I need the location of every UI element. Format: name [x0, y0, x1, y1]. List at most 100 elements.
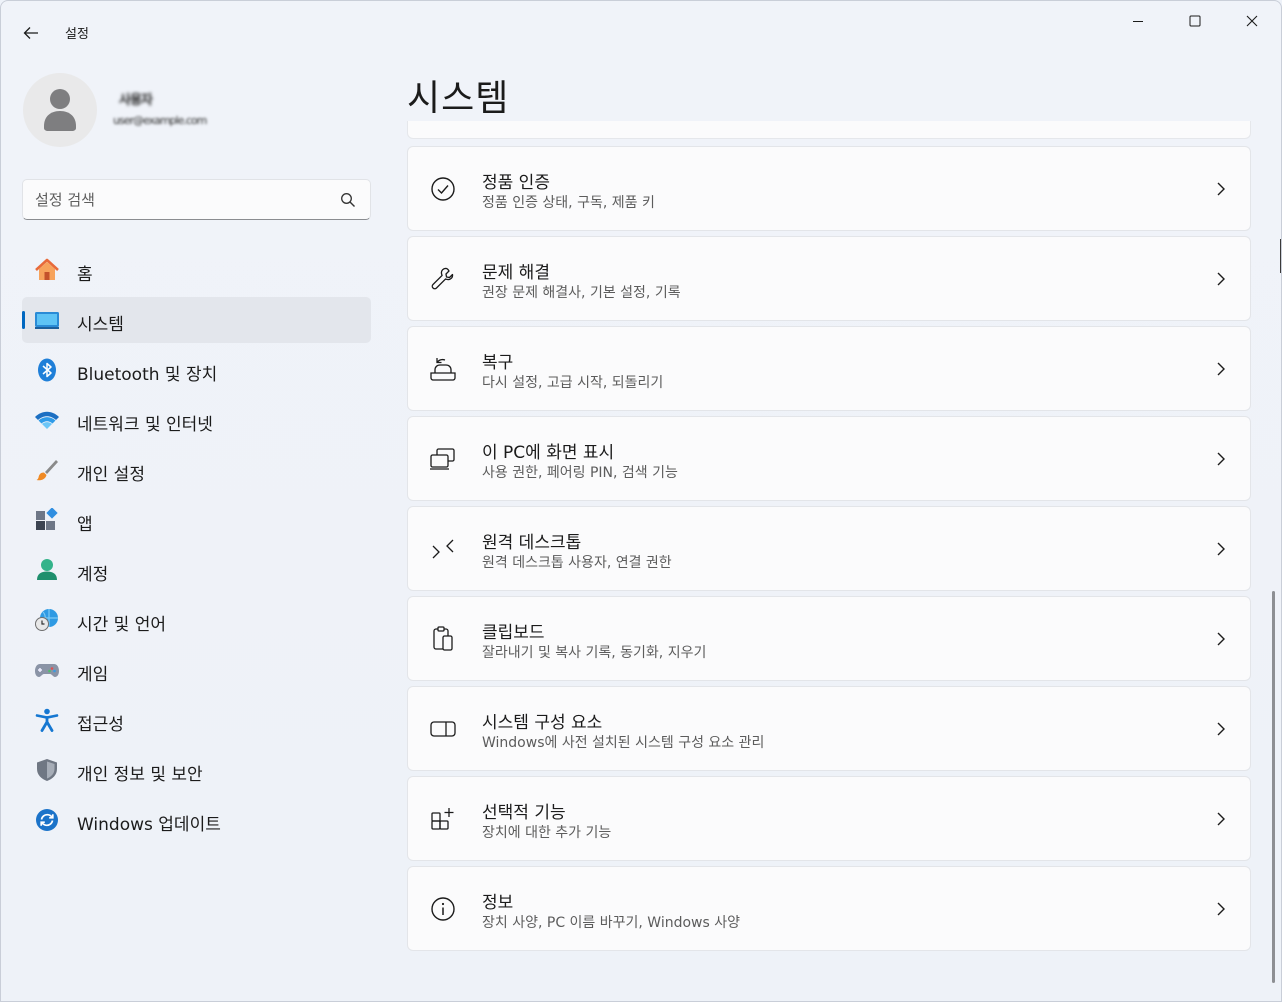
chevron-right-icon [1217, 722, 1225, 736]
settings-card-project-to-pc[interactable]: 이 PC에 화면 표시 사용 권한, 페어링 PIN, 검색 기능 [407, 416, 1251, 501]
search-icon[interactable] [340, 192, 356, 208]
minimize-icon [1133, 21, 1143, 22]
sidebar-item-accessibility[interactable]: 접근성 [22, 697, 371, 743]
settings-card-recovery[interactable]: 복구 다시 설정, 고급 시작, 되돌리기 [407, 326, 1251, 411]
bluetooth-icon [34, 358, 60, 382]
back-arrow-icon [23, 27, 38, 39]
sidebar-item-personalization[interactable]: 개인 설정 [22, 447, 371, 493]
sidebar-item-label: 게임 [77, 665, 109, 685]
partially-hidden-card[interactable] [407, 121, 1251, 139]
chevron-right-icon [1217, 542, 1225, 556]
vertical-scrollbar[interactable] [1272, 591, 1275, 983]
settings-card-optional-features[interactable]: 선택적 기능 장치에 대한 추가 기능 [407, 776, 1251, 861]
card-subtitle: 장치 사양, PC 이름 바꾸기, Windows 사양 [482, 915, 740, 931]
selection-indicator [22, 311, 25, 329]
brush-icon [34, 458, 60, 482]
gamepad-icon [34, 658, 60, 682]
sidebar-item-gaming[interactable]: 게임 [22, 647, 371, 693]
account-icon [34, 558, 60, 582]
wifi-icon [34, 408, 60, 432]
sidebar-item-label: 개인 정보 및 보안 [77, 765, 203, 785]
card-title: 원격 데스크톱 [482, 533, 582, 553]
search-input[interactable] [35, 180, 335, 219]
sidebar-item-windows-update[interactable]: Windows 업데이트 [22, 797, 371, 843]
chevron-right-icon [1217, 452, 1225, 466]
settings-card-system-components[interactable]: 시스템 구성 요소 Windows에 사전 설치된 시스템 구성 요소 관리 [407, 686, 1251, 771]
chevron-right-icon [1217, 812, 1225, 826]
sidebar-item-apps[interactable]: 앱 [22, 497, 371, 543]
settings-card-list: 정품 인증 정품 인증 상태, 구독, 제품 키 문제 해결 권장 문제 해결사… [407, 146, 1251, 956]
recovery-icon [428, 355, 458, 383]
sidebar-item-label: Windows 업데이트 [77, 815, 221, 835]
system-components-icon [428, 715, 458, 743]
card-subtitle: 장치에 대한 추가 기능 [482, 825, 612, 841]
sidebar-item-bluetooth[interactable]: Bluetooth 및 장치 [22, 347, 371, 393]
system-icon [34, 308, 60, 332]
apps-icon [34, 508, 60, 532]
settings-card-clipboard[interactable]: 클립보드 잘라내기 및 복사 기록, 동기화, 지우기 [407, 596, 1251, 681]
card-title: 클립보드 [482, 623, 545, 643]
card-subtitle: 원격 데스크톱 사용자, 연결 권한 [482, 555, 672, 571]
sidebar-item-accounts[interactable]: 계정 [22, 547, 371, 593]
card-subtitle: 정품 인증 상태, 구독, 제품 키 [482, 195, 655, 211]
settings-card-remote-desktop[interactable]: 원격 데스크톱 원격 데스크톱 사용자, 연결 권한 [407, 506, 1251, 591]
card-subtitle: Windows에 사전 설치된 시스템 구성 요소 관리 [482, 735, 765, 751]
card-title: 정보 [482, 893, 514, 913]
card-title: 복구 [482, 353, 514, 373]
sidebar-item-label: 접근성 [77, 715, 124, 735]
sidebar-item-label: 홈 [77, 265, 93, 285]
chevron-right-icon [1217, 182, 1225, 196]
sidebar-item-label: 계정 [77, 565, 109, 585]
card-title: 시스템 구성 요소 [482, 713, 603, 733]
sidebar-item-label: 앱 [77, 515, 93, 535]
sidebar-item-time-language[interactable]: 시간 및 언어 [22, 597, 371, 643]
sidebar-item-label: Bluetooth 및 장치 [77, 365, 218, 385]
sidebar-item-label: 시간 및 언어 [77, 615, 167, 635]
sidebar-item-privacy-security[interactable]: 개인 정보 및 보안 [22, 747, 371, 793]
card-subtitle: 사용 권한, 페어링 PIN, 검색 기능 [482, 465, 678, 481]
project-to-pc-icon [428, 445, 458, 473]
search-box[interactable] [22, 179, 371, 220]
settings-window: 설정 사용자 user@example.com 설정 검색 홈 시스템 Blue… [0, 0, 1282, 1002]
title-bar: 설정 [1, 1, 1281, 45]
card-title: 선택적 기능 [482, 803, 566, 823]
settings-card-about[interactable]: 정보 장치 사양, PC 이름 바꾸기, Windows 사양 [407, 866, 1251, 951]
clipboard-icon [428, 625, 458, 653]
accessibility-icon [34, 708, 60, 732]
sidebar-item-home[interactable]: 홈 [22, 247, 371, 293]
settings-card-troubleshoot[interactable]: 문제 해결 권장 문제 해결사, 기본 설정, 기록 [407, 236, 1251, 321]
activation-check-icon [428, 175, 458, 203]
chevron-right-icon [1217, 632, 1225, 646]
remote-desktop-icon [428, 535, 458, 563]
app-title: 설정 [65, 27, 89, 42]
profile-name: 사용자 [119, 93, 153, 108]
card-title: 문제 해결 [482, 263, 550, 283]
sidebar-item-system[interactable]: 시스템 [22, 297, 371, 343]
avatar[interactable] [23, 73, 97, 147]
card-title: 이 PC에 화면 표시 [482, 443, 615, 463]
settings-card-activation[interactable]: 정품 인증 정품 인증 상태, 구독, 제품 키 [407, 146, 1251, 231]
close-button[interactable] [1229, 7, 1275, 35]
sidebar-item-network[interactable]: 네트워크 및 인터넷 [22, 397, 371, 443]
card-subtitle: 권장 문제 해결사, 기본 설정, 기록 [482, 285, 681, 301]
maximize-icon [1189, 15, 1201, 27]
chevron-right-icon [1217, 272, 1225, 286]
sidebar-nav: 홈 시스템 Bluetooth 및 장치 네트워크 및 인터넷 개인 설정 앱 … [22, 247, 371, 847]
sidebar-item-label: 시스템 [77, 315, 124, 335]
update-icon [34, 808, 60, 832]
close-icon [1246, 15, 1258, 27]
page-title: 시스템 [407, 78, 510, 119]
card-subtitle: 다시 설정, 고급 시작, 되돌리기 [482, 375, 664, 391]
profile-email: user@example.com [113, 114, 207, 127]
wrench-icon [428, 265, 458, 293]
optional-features-icon [428, 805, 458, 833]
minimize-button[interactable] [1115, 7, 1161, 35]
info-icon [428, 895, 458, 923]
home-icon [34, 258, 60, 282]
back-button[interactable] [15, 17, 47, 49]
sidebar-item-label: 네트워크 및 인터넷 [77, 415, 213, 435]
time-language-icon [34, 608, 60, 632]
card-subtitle: 잘라내기 및 복사 기록, 동기화, 지우기 [482, 645, 707, 661]
maximize-button[interactable] [1172, 7, 1218, 35]
user-silhouette-icon [44, 89, 76, 131]
